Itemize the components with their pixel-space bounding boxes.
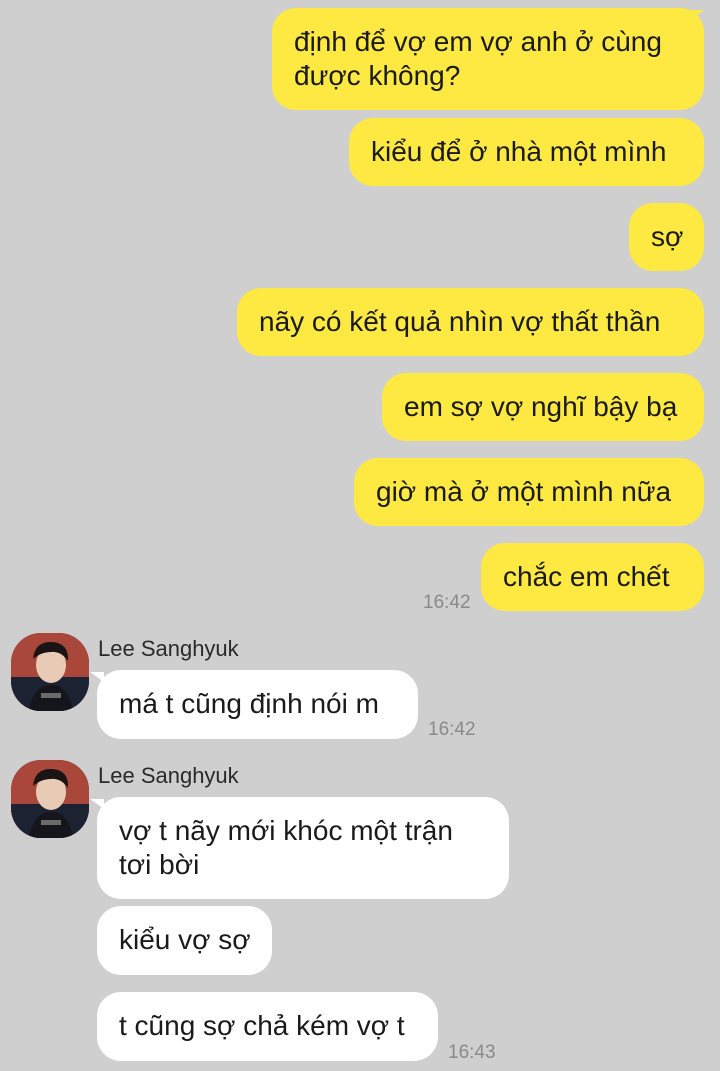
outgoing-message[interactable]: chắc em chết (481, 543, 704, 611)
outgoing-message[interactable]: nãy có kết quả nhìn vợ thất thần (237, 288, 704, 356)
message-timestamp: 16:42 (423, 592, 471, 613)
outgoing-message[interactable]: sợ (629, 203, 704, 271)
bubble-tail (90, 672, 104, 682)
bubble-tail (690, 10, 704, 20)
incoming-message[interactable]: t cũng sợ chả kém vợ t (97, 992, 438, 1061)
outgoing-message[interactable]: định để vợ em vợ anh ở cùng được không? (272, 8, 704, 110)
incoming-message[interactable]: kiểu vợ sợ (97, 906, 272, 975)
message-timestamp: 16:43 (448, 1042, 496, 1063)
incoming-message[interactable]: má t cũng định nói m (97, 670, 418, 739)
outgoing-message[interactable]: em sợ vợ nghĩ bậy bạ (382, 373, 704, 441)
incoming-message[interactable]: vợ t nãy mới khóc một trận tơi bời (97, 797, 509, 899)
avatar[interactable] (11, 633, 89, 711)
bubble-tail (90, 799, 104, 809)
outgoing-message[interactable]: kiểu để ở nhà một mình (349, 118, 704, 186)
sender-name: Lee Sanghyuk (98, 763, 239, 788)
outgoing-message[interactable]: giờ mà ở một mình nữa (354, 458, 704, 526)
sender-name: Lee Sanghyuk (98, 636, 239, 661)
avatar-photo-icon (11, 760, 89, 838)
avatar[interactable] (11, 760, 89, 838)
avatar-photo-icon (11, 633, 89, 711)
message-timestamp: 16:42 (428, 719, 476, 740)
